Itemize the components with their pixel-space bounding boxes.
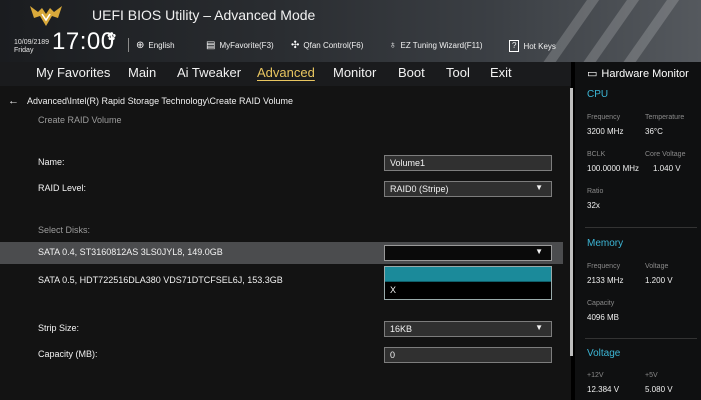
memory-frequency-label: Frequency xyxy=(587,263,621,270)
voltage-5v-label: +5V xyxy=(645,372,658,379)
globe-icon: ⊕ xyxy=(136,40,145,51)
voltage-5v-value: 5.080 V xyxy=(645,385,673,394)
page-title: Create RAID Volume xyxy=(38,115,122,125)
date-text: 10/09/2189 xyxy=(14,39,50,46)
cpu-ratio-label: Ratio xyxy=(587,188,604,195)
cpu-core-voltage-label: Core Voltage xyxy=(645,151,686,158)
strip-size-row[interactable]: Strip Size: 16KB ▼ xyxy=(0,318,563,340)
monitor-icon: ▭ xyxy=(587,68,598,80)
help-icon: ? xyxy=(509,40,520,52)
name-value: Volume1 xyxy=(390,158,426,168)
menu-exit[interactable]: Exit xyxy=(490,65,512,80)
cpu-bclk-label: BCLK xyxy=(587,151,606,158)
menu-my-favorites[interactable]: My Favorites xyxy=(36,65,110,80)
raid-level-value: RAID0 (Stripe) xyxy=(390,184,449,194)
header-bar: UEFI BIOS Utility – Advanced Mode 10/09/… xyxy=(0,0,701,62)
cpu-frequency-label: Frequency xyxy=(587,114,621,121)
cpu-frequency-value: 3200 MHz xyxy=(587,127,624,136)
day-text: Friday xyxy=(14,47,34,54)
main-panel: ← Advanced\Intel(R) Rapid Storage Techno… xyxy=(0,86,571,400)
strip-size-label: Strip Size: xyxy=(38,323,80,333)
tuf-logo-icon xyxy=(30,6,62,26)
favorite-icon: ▤ xyxy=(206,40,216,51)
header-decoration xyxy=(606,0,684,62)
language-button[interactable]: ⊕ English xyxy=(136,40,175,51)
capacity-row[interactable]: Capacity (MB): 0 xyxy=(0,344,563,366)
cpu-ratio-value: 32x xyxy=(587,201,600,210)
strip-size-select[interactable]: 16KB ▼ xyxy=(384,321,552,337)
capacity-field[interactable]: 0 xyxy=(384,347,552,363)
memory-voltage-label: Voltage xyxy=(645,263,669,270)
breadcrumb: ← Advanced\Intel(R) Rapid Storage Techno… xyxy=(8,95,293,107)
voltage-heading: Voltage xyxy=(587,348,621,359)
disk-row-sata-0-4[interactable]: SATA 0.4, ST3160812AS 3LS0JYL8, 149.0GB … xyxy=(0,242,563,264)
chevron-down-icon: ▼ xyxy=(535,247,543,256)
memory-capacity-value: 4096 MB xyxy=(587,313,620,322)
strip-size-value: 16KB xyxy=(390,324,413,334)
app-title: UEFI BIOS Utility – Advanced Mode xyxy=(92,7,316,23)
menu-main[interactable]: Main xyxy=(128,65,156,80)
memory-frequency-value: 2133 MHz xyxy=(587,276,624,285)
hardware-monitor-label: Hardware Monitor xyxy=(601,67,689,80)
name-field[interactable]: Volume1 xyxy=(384,155,552,171)
select-disks-label: Select Disks: xyxy=(38,225,91,235)
divider xyxy=(585,338,697,339)
chevron-down-icon: ▼ xyxy=(535,323,543,332)
disk-label: SATA 0.4, ST3160812AS 3LS0JYL8, 149.0GB xyxy=(38,247,223,257)
menu-advanced[interactable]: Advanced xyxy=(257,65,315,80)
select-disks-row: Select Disks: xyxy=(0,220,563,242)
fan-icon: ✣ xyxy=(291,40,300,51)
raid-level-row[interactable]: RAID Level: RAID0 (Stripe) ▼ xyxy=(0,178,563,200)
divider xyxy=(585,227,697,228)
capacity-value: 0 xyxy=(390,350,396,360)
ez-tuning-label: EZ Tuning Wizard(F11) xyxy=(400,41,483,50)
time-display: 17:00 xyxy=(52,28,115,55)
cpu-core-voltage-value: 1.040 V xyxy=(653,164,681,173)
voltage-12v-value: 12.384 V xyxy=(587,385,620,394)
scrollbar[interactable] xyxy=(570,88,573,356)
ez-tuning-wizard-button[interactable]: ♁ EZ Tuning Wizard(F11) xyxy=(389,40,483,51)
menu-tool[interactable]: Tool xyxy=(446,65,470,80)
voltage-12v-label: +12V xyxy=(587,372,604,379)
hardware-monitor-panel: ▭ Hardware Monitor CPU Frequency Tempera… xyxy=(575,62,701,400)
date-display: 10/09/2189 Friday xyxy=(14,39,49,55)
breadcrumb-path: Advanced\Intel(R) Rapid Storage Technolo… xyxy=(27,96,293,106)
cpu-heading: CPU xyxy=(587,89,609,100)
disk-dropdown-list: X xyxy=(384,266,552,300)
clock-settings-icon[interactable]: ✿ xyxy=(107,30,116,43)
qfan-label: Qfan Control(F6) xyxy=(303,41,364,50)
name-row[interactable]: Name: Volume1 xyxy=(0,152,563,174)
disk-label: SATA 0.5, HDT722516DLA380 VDS71DTCFSEL6J… xyxy=(38,275,283,285)
myfavorite-button[interactable]: ▤ MyFavorite(F3) xyxy=(206,40,274,51)
hardware-monitor-title: ▭ Hardware Monitor xyxy=(587,67,689,81)
back-arrow-icon[interactable]: ← xyxy=(8,95,19,107)
name-label: Name: xyxy=(38,157,65,167)
bulb-icon: ♁ xyxy=(389,40,397,51)
raid-level-label: RAID Level: xyxy=(38,183,87,193)
memory-capacity-label: Capacity xyxy=(587,300,615,307)
chevron-down-icon: ▼ xyxy=(535,183,543,192)
disk-select-sata-0-4[interactable]: ▼ xyxy=(384,245,552,261)
menu-ai-tweaker[interactable]: Ai Tweaker xyxy=(177,65,241,80)
raid-level-select[interactable]: RAID0 (Stripe) ▼ xyxy=(384,181,552,197)
cpu-temperature-label: Temperature xyxy=(645,114,685,121)
myfavorite-label: MyFavorite(F3) xyxy=(219,41,274,50)
main-menu-bar: My Favorites Main Ai Tweaker Advanced Mo… xyxy=(0,62,571,86)
hot-keys-button[interactable]: ? Hot Keys xyxy=(509,40,556,52)
capacity-label: Capacity (MB): xyxy=(38,349,98,359)
memory-voltage-value: 1.200 V xyxy=(645,276,673,285)
cpu-temperature-value: 36°C xyxy=(645,127,663,136)
menu-monitor[interactable]: Monitor xyxy=(333,65,376,80)
qfan-control-button[interactable]: ✣ Qfan Control(F6) xyxy=(291,40,363,51)
dropdown-option-x[interactable]: X xyxy=(385,282,551,299)
memory-heading: Memory xyxy=(587,238,624,249)
cpu-bclk-value: 100.0000 MHz xyxy=(587,164,640,173)
dropdown-option-empty[interactable] xyxy=(385,267,551,282)
language-label: English xyxy=(148,41,175,50)
hot-keys-label: Hot Keys xyxy=(523,41,556,51)
divider xyxy=(128,38,129,52)
menu-boot[interactable]: Boot xyxy=(398,65,425,80)
